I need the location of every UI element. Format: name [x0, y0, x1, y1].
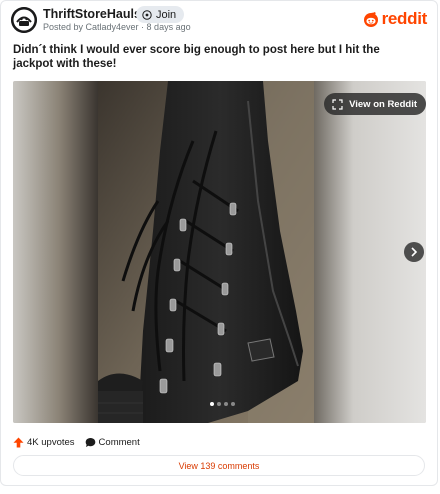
subreddit-avatar-icon[interactable] — [11, 7, 37, 33]
upvote-count: 4K upvotes — [27, 437, 75, 448]
gallery-dot[interactable] — [231, 402, 235, 406]
gallery-dot[interactable] — [210, 402, 214, 406]
gallery-next-button[interactable] — [404, 242, 424, 262]
post-media-gallery[interactable]: View on Reddit — [13, 81, 426, 423]
gallery-indicator — [210, 402, 235, 406]
join-label: Join — [156, 8, 177, 21]
view-comments-button[interactable]: View 139 comments — [13, 455, 425, 476]
posted-by: Posted by Catlady4ever · 8 days ago — [43, 22, 191, 32]
comment-stat[interactable]: Comment — [85, 437, 140, 448]
boot-photo — [98, 81, 314, 423]
upvote-arrow-icon — [13, 437, 24, 448]
gallery-dot[interactable] — [217, 402, 221, 406]
expand-icon — [332, 98, 343, 110]
join-plus-icon — [142, 9, 152, 20]
reddit-snoo-icon — [363, 12, 378, 27]
view-on-reddit-label: View on Reddit — [349, 98, 417, 110]
media-blur-left — [13, 81, 98, 423]
gallery-dot[interactable] — [224, 402, 228, 406]
comment-bubble-icon — [85, 438, 95, 447]
subreddit-name[interactable]: ThriftStoreHauls — [43, 7, 141, 21]
post-title[interactable]: Didn´t think I would ever score big enou… — [13, 43, 423, 71]
view-on-reddit-button[interactable]: View on Reddit — [324, 93, 426, 115]
join-button[interactable]: Join — [136, 6, 185, 23]
post-header: ThriftStoreHauls Join Posted by Catlady4… — [1, 1, 437, 39]
reddit-wordmark: reddit — [381, 9, 428, 28]
reddit-logo[interactable]: reddit — [362, 9, 427, 29]
post-actions: 4K upvotes Comment — [13, 437, 140, 448]
reddit-embed-card: ThriftStoreHauls Join Posted by Catlady4… — [0, 0, 438, 486]
chevron-right-icon — [411, 247, 418, 257]
upvote-stat[interactable]: 4K upvotes — [13, 437, 75, 448]
comment-label: Comment — [98, 437, 140, 448]
